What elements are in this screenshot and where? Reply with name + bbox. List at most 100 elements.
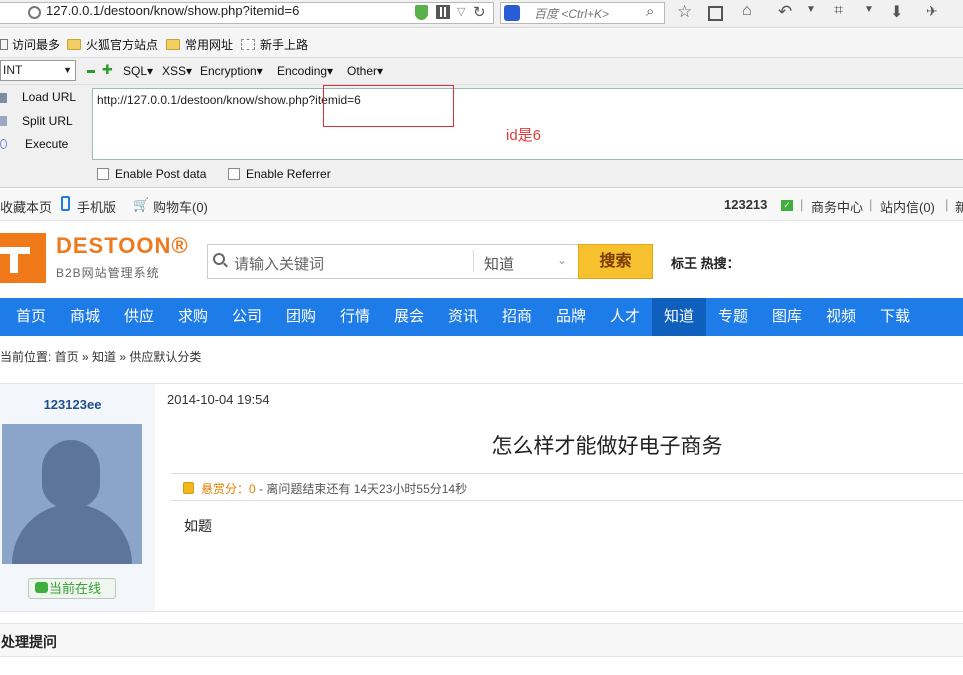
nav-item[interactable]: 知道	[652, 298, 706, 336]
nav-item[interactable]: 专题	[706, 298, 760, 336]
shield-icon[interactable]	[415, 5, 428, 20]
nav-item[interactable]: 商城	[58, 298, 112, 336]
folder-icon	[67, 39, 81, 50]
mobile-link[interactable]: 手机版	[77, 197, 116, 216]
split-url-button[interactable]: Split URL	[22, 114, 73, 128]
execute-icon	[0, 139, 7, 149]
bookmark-getting-started[interactable]: 新手上路	[241, 36, 308, 53]
folder-icon	[241, 39, 255, 50]
annotation-label: id是6	[506, 127, 542, 144]
divider	[0, 611, 963, 612]
chevron-down-icon: ▼	[63, 65, 72, 75]
hackbar-menu-xss[interactable]: XSS▾	[162, 64, 192, 78]
extension-icon[interactable]: ✈	[926, 3, 938, 20]
search-button[interactable]: 搜索	[578, 244, 653, 279]
verified-icon: ✓	[781, 200, 793, 211]
nav-item[interactable]: 招商	[490, 298, 544, 336]
site-search-input[interactable]: 请输入关键词	[234, 253, 324, 274]
breadcrumb: 当前位置: 首页 » 知道 » 供应默认分类	[0, 350, 202, 364]
question-body: 如题	[184, 518, 212, 534]
chevron-down-icon[interactable]: ▼	[806, 4, 816, 15]
separator: |	[800, 197, 804, 212]
chevron-down-icon[interactable]: ⌄	[557, 253, 567, 267]
checkbox-icon[interactable]	[228, 168, 240, 180]
star-icon[interactable]: ☆	[677, 2, 692, 22]
split-url-icon	[0, 116, 7, 126]
cart-link[interactable]: 购物车(0)	[153, 197, 208, 216]
new-link[interactable]: 新	[955, 197, 963, 216]
page-icon	[0, 39, 8, 50]
execute-button[interactable]: Execute	[25, 137, 68, 151]
divider	[171, 500, 963, 501]
nav-item[interactable]: 品牌	[544, 298, 598, 336]
crop-icon[interactable]: ⌗	[834, 2, 843, 20]
hackbar-menu-encryption[interactable]: Encryption▾	[200, 64, 263, 78]
nav-item[interactable]: 公司	[220, 298, 274, 336]
nav-item[interactable]: 首页	[4, 298, 58, 336]
nav-item[interactable]: 下载	[868, 298, 922, 336]
username-link[interactable]: 123213	[724, 197, 767, 212]
nav-item[interactable]: 图库	[760, 298, 814, 336]
mobile-icon	[61, 196, 70, 211]
enable-post-checkbox[interactable]: Enable Post data	[97, 167, 206, 181]
plus-icon[interactable]: ✚	[102, 62, 113, 78]
search-icon[interactable]: ⌕	[646, 3, 654, 20]
bookmark-firefox-site[interactable]: 火狐官方站点	[67, 36, 158, 53]
logo-subtitle: B2B网站管理系统	[56, 266, 160, 280]
bookmark-most-visited[interactable]: 访问最多	[0, 36, 60, 53]
minus-icon[interactable]	[87, 70, 95, 73]
logo-wordmark[interactable]: DESTOON®	[56, 233, 189, 259]
reward-info: 悬赏分：0 - 离问题结束还有 14天23小时55分14秒	[201, 482, 468, 496]
hot-search-label: 标王 热搜：	[671, 256, 740, 271]
nav-item[interactable]: 人才	[598, 298, 652, 336]
section-title: 处理提问	[1, 634, 57, 650]
dropdown-icon[interactable]: ▽	[457, 5, 465, 18]
reload-icon[interactable]: ↻	[473, 3, 486, 21]
user-name-link[interactable]: 123123ee	[0, 397, 145, 412]
nav-item[interactable]: 求购	[166, 298, 220, 336]
cart-icon: 🛒	[133, 197, 150, 212]
baidu-icon	[504, 5, 520, 21]
checkbox-icon[interactable]	[97, 168, 109, 180]
home-icon[interactable]: ⌂	[742, 2, 752, 20]
bookmark-common-sites[interactable]: 常用网址	[166, 36, 233, 53]
nav-item[interactable]: 供应	[112, 298, 166, 336]
divider	[171, 473, 963, 474]
folder-icon	[166, 39, 180, 50]
messages-link[interactable]: 站内信(0)	[880, 197, 935, 216]
logo-mark[interactable]	[0, 233, 46, 283]
coin-icon	[183, 482, 194, 494]
undo-icon[interactable]: ↶	[778, 2, 792, 22]
search-divider	[473, 250, 474, 272]
enable-referrer-checkbox[interactable]: Enable Referrer	[228, 167, 331, 181]
section-header	[0, 623, 963, 657]
url-text[interactable]: 127.0.0.1/destoon/know/show.php?itemid=6	[46, 3, 299, 18]
load-url-icon	[0, 93, 7, 103]
reading-list-icon[interactable]	[708, 6, 723, 21]
question-date: 2014-10-04 19:54	[167, 392, 270, 407]
qr-code-icon[interactable]	[436, 5, 450, 19]
annotation-highlight-box	[323, 85, 454, 127]
hackbar-menu-other[interactable]: Other▾	[347, 64, 383, 78]
download-icon[interactable]: ⬇	[890, 2, 903, 22]
nav-item[interactable]: 团购	[274, 298, 328, 336]
question-title: 怎么样才能做好电子商务	[491, 435, 723, 458]
bookmark-page-link[interactable]: 收藏本页	[0, 197, 52, 216]
separator: |	[945, 197, 949, 212]
search-module-select[interactable]: 知道	[484, 253, 514, 274]
nav-item[interactable]: 资讯	[436, 298, 490, 336]
nav-item[interactable]: 展会	[382, 298, 436, 336]
hackbar-menu-encoding[interactable]: Encoding▾	[277, 64, 333, 78]
business-center-link[interactable]: 商务中心	[811, 197, 863, 216]
chat-icon	[35, 582, 48, 593]
hackbar-menu-sql[interactable]: SQL▾	[123, 64, 153, 78]
separator: |	[869, 197, 873, 212]
hackbar-type-select[interactable]: INT ▼	[0, 60, 76, 81]
nav-item[interactable]: 视频	[814, 298, 868, 336]
nav-item[interactable]: 行情	[328, 298, 382, 336]
info-icon[interactable]	[28, 6, 41, 19]
search-placeholder[interactable]: 百度 <Ctrl+K>	[534, 5, 609, 22]
load-url-button[interactable]: Load URL	[22, 90, 76, 104]
chevron-down-icon[interactable]: ▼	[864, 4, 874, 15]
avatar[interactable]	[2, 424, 142, 564]
